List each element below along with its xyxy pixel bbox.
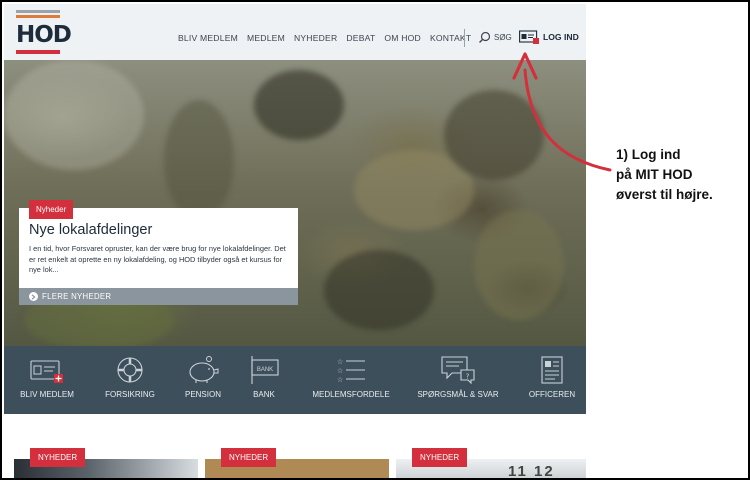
nav-item-om-hod[interactable]: OM HOD bbox=[384, 33, 421, 43]
teaser-badge: NYHEDER bbox=[412, 448, 468, 467]
main-nav: BLIV MEDLEM Medlem NYHEDER DEBAT OM HOD … bbox=[178, 33, 471, 43]
search-icon bbox=[479, 31, 491, 43]
annotation-line: øverst til højre. bbox=[616, 187, 713, 202]
svg-text:☆: ☆ bbox=[337, 358, 343, 366]
piggy-bank-icon bbox=[189, 356, 219, 383]
hero-image: Nye lokalafdelinger I en tid, hvor Forsv… bbox=[4, 60, 586, 346]
hod-logo[interactable]: HOD bbox=[16, 10, 72, 54]
teaser-badge: NYHEDER bbox=[30, 448, 86, 467]
member-card-icon bbox=[30, 360, 63, 383]
nav-item-nyheder[interactable]: NYHEDER bbox=[294, 33, 337, 43]
quicklink-forsikring[interactable]: FORSIKRING bbox=[102, 356, 158, 399]
site-header: HOD BLIV MEDLEM Medlem NYHEDER DEBAT OM … bbox=[4, 4, 586, 60]
annotation-line: 1) Log ind bbox=[616, 147, 681, 162]
speech-bubble-icon: ? bbox=[441, 356, 475, 384]
news-excerpt: I en tid, hvor Forsvaret opruster, kan d… bbox=[29, 244, 286, 274]
bank-sign-icon: BANK bbox=[251, 356, 279, 384]
screenshot-frame: HOD BLIV MEDLEM Medlem NYHEDER DEBAT OM … bbox=[0, 0, 750, 480]
quicklink-label: SPØRGSMÅL & SVAR bbox=[417, 390, 499, 399]
camo-patch bbox=[254, 70, 344, 140]
list-stars-icon: ☆ ☆ ☆ bbox=[337, 358, 365, 384]
nav-item-bliv-medlem[interactable]: BLIV MEDLEM bbox=[178, 33, 238, 43]
quicklink-label: MEDLEMSFORDELE bbox=[312, 390, 390, 399]
svg-text:☆: ☆ bbox=[337, 376, 343, 384]
logo-text: HOD bbox=[16, 22, 72, 48]
sky-patch bbox=[4, 60, 144, 170]
quicklink-label: OFFICEREN bbox=[528, 390, 576, 399]
news-category-badge: Nyheder bbox=[29, 200, 74, 219]
more-news-label: FLERE NYHEDER bbox=[42, 292, 112, 301]
website: HOD BLIV MEDLEM Medlem NYHEDER DEBAT OM … bbox=[4, 4, 586, 480]
login-label: LOG IND bbox=[543, 32, 579, 42]
chevron-right-circle-icon bbox=[29, 292, 38, 301]
quicklink-label: FORSIKRING bbox=[105, 390, 155, 399]
calendar-numbers: 11 12 bbox=[508, 463, 555, 480]
annotation-line: på MIT HOD bbox=[616, 167, 693, 182]
svg-text:?: ? bbox=[466, 373, 470, 381]
annotation-arrow bbox=[512, 52, 612, 172]
logo-stripe-orange bbox=[16, 15, 60, 18]
nav-item-medlem[interactable]: Medlem bbox=[247, 33, 285, 43]
camo-patch bbox=[324, 250, 434, 330]
bank-sign-text: BANK bbox=[257, 367, 273, 373]
annotation-text: 1) Log ind på MIT HOD øverst til højre. bbox=[616, 145, 713, 205]
news-card[interactable]: Nye lokalafdelinger I en tid, hvor Forsv… bbox=[19, 208, 298, 288]
quicklink-label: BANK bbox=[253, 390, 275, 399]
quicklink-label: BLIV MEDLEM bbox=[20, 390, 74, 399]
search-label: SØG bbox=[494, 33, 512, 42]
camo-patch bbox=[164, 100, 234, 220]
news-teasers: 11 12 NYHEDER NYHEDER NYHEDER bbox=[4, 414, 586, 480]
camo-patch bbox=[474, 210, 564, 320]
quicklink-medlemsfordele[interactable]: ☆ ☆ ☆ MEDLEMSFORDELE bbox=[308, 356, 394, 399]
magazine-icon bbox=[541, 356, 563, 384]
logo-stripe-grey bbox=[16, 10, 60, 13]
svg-text:☆: ☆ bbox=[337, 367, 343, 375]
quicklink-faq[interactable]: ? SPØRGSMÅL & SVAR bbox=[414, 356, 502, 399]
quicklink-officeren[interactable]: OFFICEREN bbox=[522, 356, 582, 399]
lifebuoy-icon bbox=[117, 357, 143, 383]
news-title[interactable]: Nye lokalafdelinger bbox=[29, 222, 288, 238]
quicklinks-bar: BLIV MEDLEM FORSIKRING PENSION BANK BANK… bbox=[4, 346, 586, 414]
quicklink-label: PENSION bbox=[184, 390, 221, 399]
more-news-link[interactable]: FLERE NYHEDER bbox=[19, 288, 298, 305]
nav-item-kontakt[interactable]: KONTAKT bbox=[430, 33, 471, 43]
nav-divider bbox=[464, 29, 465, 47]
quicklink-bank[interactable]: BANK BANK bbox=[244, 356, 284, 399]
teaser-badge: NYHEDER bbox=[221, 448, 277, 467]
nav-item-debat[interactable]: DEBAT bbox=[346, 33, 375, 43]
logo-red-bar bbox=[16, 50, 60, 54]
quicklink-bliv-medlem[interactable]: BLIV MEDLEM bbox=[18, 356, 76, 399]
quicklink-pension[interactable]: PENSION bbox=[178, 356, 228, 399]
